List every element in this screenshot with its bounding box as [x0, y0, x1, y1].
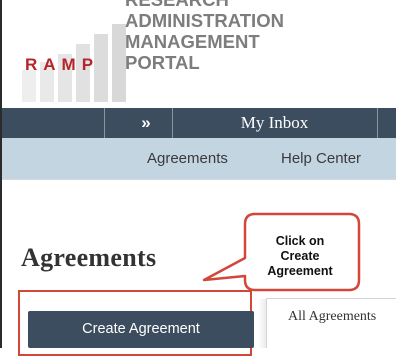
screenshot-left-border: [0, 0, 2, 348]
nav-divider: [104, 108, 105, 138]
portal-name-line: ADMINISTRATION: [125, 10, 284, 31]
tab-all-agreements[interactable]: All Agreements: [288, 309, 376, 325]
portal-name: RESEARCH ADMINISTRATION MANAGEMENT PORTA…: [125, 0, 385, 73]
double-chevron-right-icon[interactable]: »: [124, 108, 168, 138]
callout-line: Create: [280, 249, 320, 263]
subnav-divider: [2, 179, 396, 180]
tab-border: [266, 298, 396, 299]
create-agreement-button[interactable]: Create Agreement: [28, 311, 254, 348]
nav-divider: [377, 108, 378, 138]
callout-text: Click on Create Agreement: [247, 234, 353, 279]
tab-shadow: [258, 299, 266, 348]
portal-name-line: RESEARCH: [125, 0, 385, 10]
subnav-link-agreements[interactable]: Agreements: [147, 138, 228, 179]
portal-name-line: PORTAL: [125, 52, 200, 73]
subnav-link-help-center[interactable]: Help Center: [281, 138, 361, 179]
page-title: Agreements: [21, 243, 157, 272]
nav-my-inbox[interactable]: My Inbox: [173, 108, 376, 138]
ramp-logo-mark: RAMP: [25, 55, 100, 74]
tab-border: [266, 298, 267, 348]
portal-name-line: MANAGEMENT: [125, 31, 260, 52]
callout-line: Click on: [275, 234, 325, 248]
callout-line: Agreement: [267, 264, 333, 278]
